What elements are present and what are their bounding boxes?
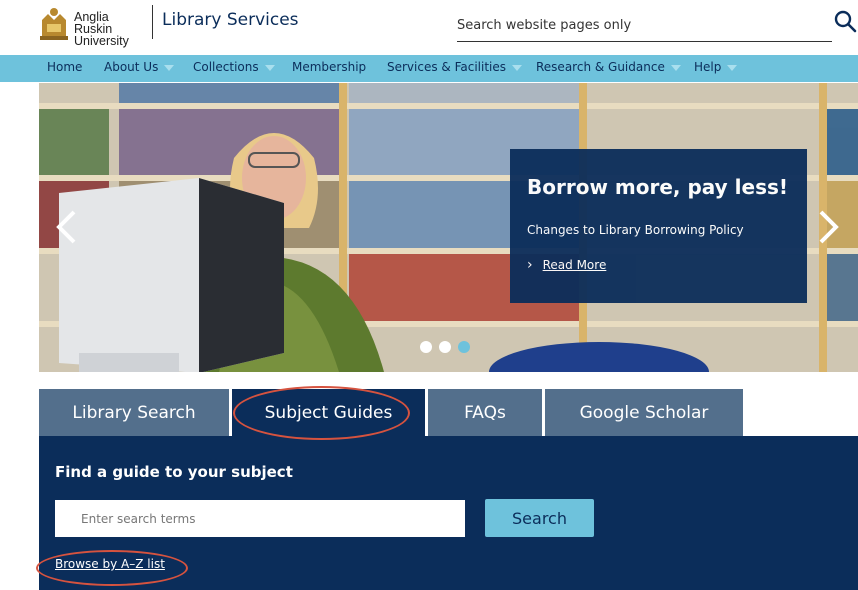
logo-line-1: Anglia Ruskin [74, 10, 113, 36]
search-icon[interactable] [833, 9, 857, 33]
carousel-dot-1[interactable] [420, 341, 432, 353]
chevron-right-icon: › [527, 257, 533, 273]
nav-item-research-guidance[interactable]: Research & Guidance [536, 60, 681, 74]
site-search-input[interactable] [457, 10, 832, 41]
chevron-down-icon [727, 64, 738, 71]
site-header: Anglia Ruskin University Library Service… [0, 0, 858, 55]
subject-search-input[interactable] [55, 500, 465, 537]
panel-title: Find a guide to your subject [55, 463, 293, 481]
main-nav: Home About Us Collections Membership Ser… [0, 55, 858, 82]
tab-faqs[interactable]: FAQs [428, 389, 542, 436]
carousel-dot-2[interactable] [439, 341, 451, 353]
nav-item-services-facilities[interactable]: Services & Facilities [387, 60, 523, 74]
nav-item-membership[interactable]: Membership [292, 60, 366, 74]
tab-label: Subject Guides [264, 402, 393, 423]
nav-item-help[interactable]: Help [694, 60, 738, 74]
hero-carousel: Borrow more, pay less! Changes to Librar… [39, 83, 858, 372]
site-title[interactable]: Library Services [162, 10, 299, 30]
nav-label: About Us [104, 60, 159, 74]
nav-label: Help [694, 60, 722, 74]
chevron-down-icon [512, 64, 523, 71]
chevron-down-icon [264, 64, 275, 71]
nav-item-collections[interactable]: Collections [193, 60, 275, 74]
promo-banner: Borrow more, pay less! Changes to Librar… [510, 149, 807, 303]
subject-guides-panel: Find a guide to your subject Search Brow… [39, 436, 858, 590]
nav-item-about-us[interactable]: About Us [104, 60, 175, 74]
subject-search-button[interactable]: Search [485, 499, 594, 537]
search-tabs: Library Search Subject Guides FAQs Googl… [39, 389, 858, 436]
carousel-dot-3[interactable] [458, 341, 470, 353]
tab-label: Library Search [72, 402, 196, 423]
tab-label: Google Scholar [579, 402, 709, 423]
tab-label: FAQs [464, 402, 506, 423]
nav-label: Membership [292, 60, 367, 74]
site-search[interactable] [457, 10, 832, 42]
tab-google-scholar[interactable]: Google Scholar [545, 389, 743, 436]
university-logo[interactable]: Anglia Ruskin University [38, 6, 148, 47]
nav-label: Collections [193, 60, 259, 74]
read-more-link[interactable]: › Read More [527, 257, 606, 273]
chevron-down-icon [670, 64, 681, 71]
tab-library-search[interactable]: Library Search [39, 389, 229, 436]
read-more-label: Read More [542, 258, 607, 272]
nav-label: Services & Facilities [387, 60, 507, 74]
logo-divider [152, 5, 153, 39]
chevron-down-icon [164, 64, 175, 71]
nav-label: Home [47, 60, 83, 74]
carousel-prev-icon[interactable] [54, 209, 78, 245]
nav-label: Research & Guidance [536, 60, 665, 74]
crest-icon [40, 8, 68, 40]
browse-az-link[interactable]: Browse by A–Z list [55, 557, 165, 571]
promo-title: Borrow more, pay less! [527, 175, 789, 199]
promo-subtitle: Changes to Library Borrowing Policy [527, 223, 744, 237]
tab-subject-guides[interactable]: Subject Guides [232, 389, 425, 436]
carousel-next-icon[interactable] [817, 209, 841, 245]
logo-line-2: University [74, 34, 129, 48]
nav-item-home[interactable]: Home [47, 60, 82, 74]
